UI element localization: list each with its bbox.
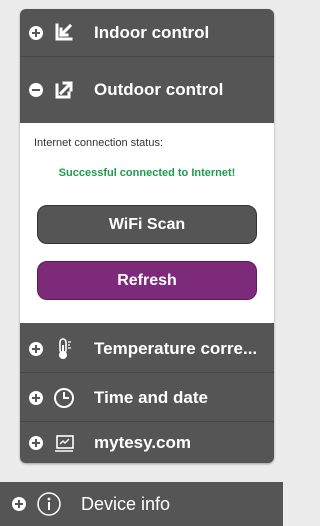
expand-icon[interactable] bbox=[29, 341, 43, 356]
settings-menu: Indoor control Outdoor control Internet … bbox=[20, 9, 274, 463]
menu-item-indoor-control[interactable]: Indoor control bbox=[20, 9, 274, 57]
menu-item-label: Temperature corre... bbox=[94, 338, 258, 358]
outdoor-control-panel: Internet connection status: Successful c… bbox=[20, 123, 274, 323]
expand-icon[interactable] bbox=[29, 390, 43, 405]
info-icon bbox=[36, 491, 62, 517]
arrow-up-right-icon bbox=[53, 79, 75, 101]
expand-icon[interactable] bbox=[12, 497, 26, 511]
clock-icon bbox=[53, 387, 75, 409]
arrow-down-left-icon bbox=[53, 22, 75, 44]
menu-item-mytesy[interactable]: mytesy.com bbox=[20, 423, 274, 463]
expand-icon[interactable] bbox=[29, 436, 43, 450]
menu-item-label: Device info bbox=[81, 494, 171, 514]
expand-icon[interactable] bbox=[29, 25, 43, 40]
menu-item-label: Time and date bbox=[94, 387, 208, 407]
menu-item-label: mytesy.com bbox=[94, 433, 192, 452]
wifi-scan-button[interactable]: WiFi Scan bbox=[37, 205, 257, 244]
connection-status-label: Internet connection status: bbox=[34, 137, 164, 149]
thermometer-icon bbox=[53, 337, 75, 360]
menu-item-label: Indoor control bbox=[94, 22, 210, 42]
connection-status-value: Successful connected to Internet! bbox=[58, 167, 236, 179]
menu-item-label: Outdoor control bbox=[94, 80, 224, 99]
menu-item-time-and-date[interactable]: Time and date bbox=[20, 374, 274, 422]
menu-item-outdoor-control[interactable]: Outdoor control bbox=[20, 66, 274, 114]
menu-item-temperature-correction[interactable]: Temperature corre... bbox=[20, 325, 274, 373]
refresh-button[interactable]: Refresh bbox=[37, 261, 257, 300]
menu-item-device-info[interactable]: Device info bbox=[0, 482, 283, 526]
monitor-icon bbox=[53, 432, 75, 454]
collapse-icon[interactable] bbox=[29, 83, 43, 97]
